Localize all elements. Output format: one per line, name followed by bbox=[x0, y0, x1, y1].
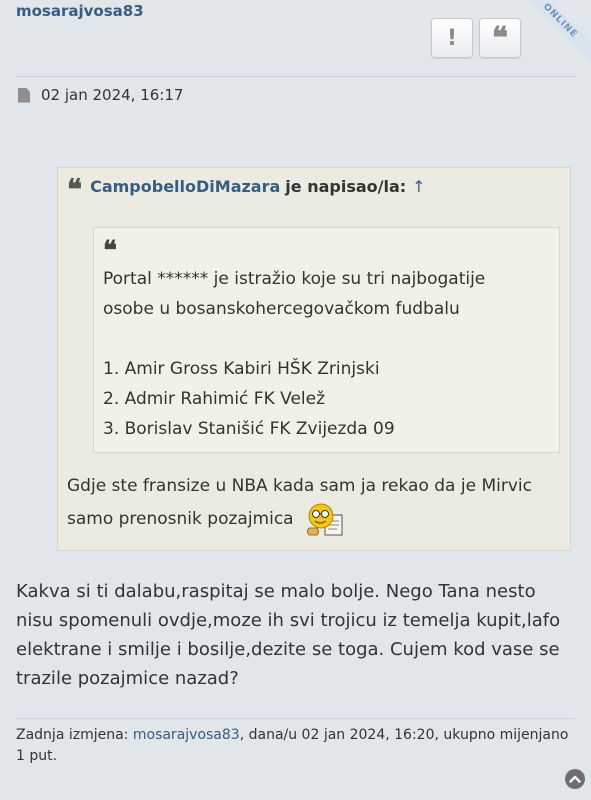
quote-icon: ❝ bbox=[67, 173, 83, 206]
quote-says-label: je napisao/la: bbox=[285, 176, 407, 196]
scroll-top-button[interactable] bbox=[565, 769, 585, 789]
quote-text-line: Gdje ste fransize u NBA kada sam ja reka… bbox=[67, 476, 532, 496]
exclamation-icon: ! bbox=[446, 25, 458, 51]
post-username[interactable]: mosarajvosa83 bbox=[16, 2, 144, 20]
post-date-row: 02 jan 2024, 16:17 bbox=[18, 86, 183, 104]
file-icon bbox=[18, 87, 30, 103]
nested-quote-line: 2. Admir Rahimić FK Velež bbox=[103, 389, 326, 409]
reading-smiley-icon bbox=[303, 501, 347, 537]
quote-header: ❝ CampobelloDiMazara je napisao/la: ↑ bbox=[67, 176, 426, 204]
post-date: 02 jan 2024, 16:17 bbox=[41, 86, 184, 104]
chevron-up-icon bbox=[569, 775, 581, 783]
quote-button[interactable]: ❝ bbox=[479, 18, 521, 58]
online-badge: ONLINE bbox=[516, 0, 591, 65]
quote-icon: ❝ bbox=[491, 20, 509, 56]
nested-quote-line: osobe u bosanskohercegovačkom fudbalu bbox=[103, 299, 460, 319]
post-message: Kakva si ti dalabu,raspitaj se malo bolj… bbox=[16, 581, 561, 689]
edit-note-user-link[interactable]: mosarajvosa83 bbox=[133, 727, 240, 743]
report-button[interactable]: ! bbox=[431, 18, 473, 58]
nested-quote-line: Portal ****** je istražio koje su tri na… bbox=[103, 269, 486, 289]
go-to-quoted-post-arrow[interactable]: ↑ bbox=[412, 177, 425, 196]
footer-divider bbox=[16, 718, 575, 719]
nested-quote-text: Portal ****** je istražio koje su tri na… bbox=[103, 264, 551, 444]
nested-quote-line: 3. Borislav Stanišić FK Zvijezda 09 bbox=[103, 419, 395, 439]
quote-author-link[interactable]: CampobelloDiMazara bbox=[90, 177, 280, 196]
quote-block: ❝ CampobelloDiMazara je napisao/la: ↑ ❝ … bbox=[57, 167, 571, 551]
edit-note-prefix: Zadnja izmjena: bbox=[16, 727, 133, 743]
quote-text-line: samo prenosnik pozajmica bbox=[67, 509, 294, 529]
nested-quote-block: ❝ Portal ****** je istražio koje su tri … bbox=[93, 227, 560, 453]
quote-text-line-with-smiley: samo prenosnik pozajmica bbox=[67, 501, 562, 537]
nested-quote-icon: ❝ bbox=[103, 236, 117, 266]
quote-text: Gdje ste fransize u NBA kada sam ja reka… bbox=[67, 471, 562, 537]
nested-quote-line: 1. Amir Gross Kabiri HŠK Zrinjski bbox=[103, 359, 380, 379]
header-divider bbox=[16, 76, 575, 77]
edit-note: Zadnja izmjena: mosarajvosa83, dana/u 02… bbox=[16, 725, 571, 767]
